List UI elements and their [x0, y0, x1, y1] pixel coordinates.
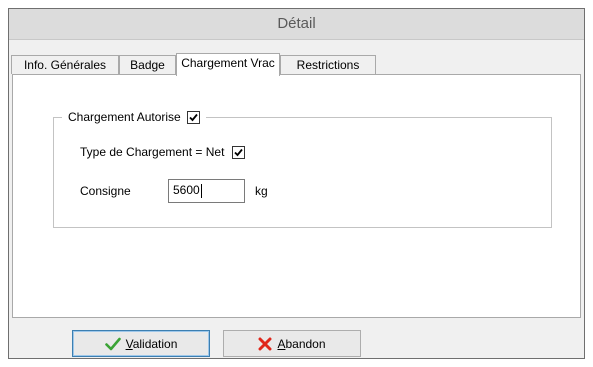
abandon-button[interactable]: Abandon [223, 330, 361, 357]
abandon-label: Abandon [277, 336, 326, 351]
check-icon [104, 337, 121, 350]
consigne-input[interactable]: 5600 [168, 179, 245, 203]
text-caret [200, 183, 202, 198]
detail-window: Détail Info. Générales Badge Chargement … [8, 8, 585, 359]
validation-label: Validation [125, 336, 178, 351]
chargement-autorise-group: Chargement Autorise Type de Chargement =… [53, 109, 552, 228]
chargement-autorise-checkbox[interactable] [186, 110, 200, 124]
checkmark-icon [234, 148, 244, 156]
consigne-unit: kg [255, 184, 268, 198]
checkmark-icon [189, 113, 198, 121]
tab-restrictions[interactable]: Restrictions [280, 55, 376, 74]
window-title: Détail [9, 9, 584, 40]
validation-button[interactable]: Validation [72, 330, 210, 357]
x-icon [258, 337, 272, 350]
chargement-autorise-label: Chargement Autorise [68, 110, 181, 124]
group-legend: Chargement Autorise [62, 109, 206, 125]
tab-panel-chargement-vrac: Chargement Autorise Type de Chargement =… [12, 74, 581, 318]
tab-info-generales[interactable]: Info. Générales [11, 55, 119, 74]
consigne-label: Consigne [80, 184, 131, 198]
tab-badge[interactable]: Badge [119, 55, 176, 74]
tab-strip: Info. Générales Badge Chargement Vrac Re… [11, 53, 586, 76]
type-chargement-label: Type de Chargement = Net [80, 145, 225, 159]
consigne-row: Consigne 5600 kg [80, 179, 268, 203]
type-chargement-row: Type de Chargement = Net [80, 145, 246, 159]
consigne-value: 5600 [173, 183, 200, 197]
type-chargement-net-checkbox[interactable] [232, 145, 246, 159]
tab-chargement-vrac[interactable]: Chargement Vrac [176, 53, 280, 76]
